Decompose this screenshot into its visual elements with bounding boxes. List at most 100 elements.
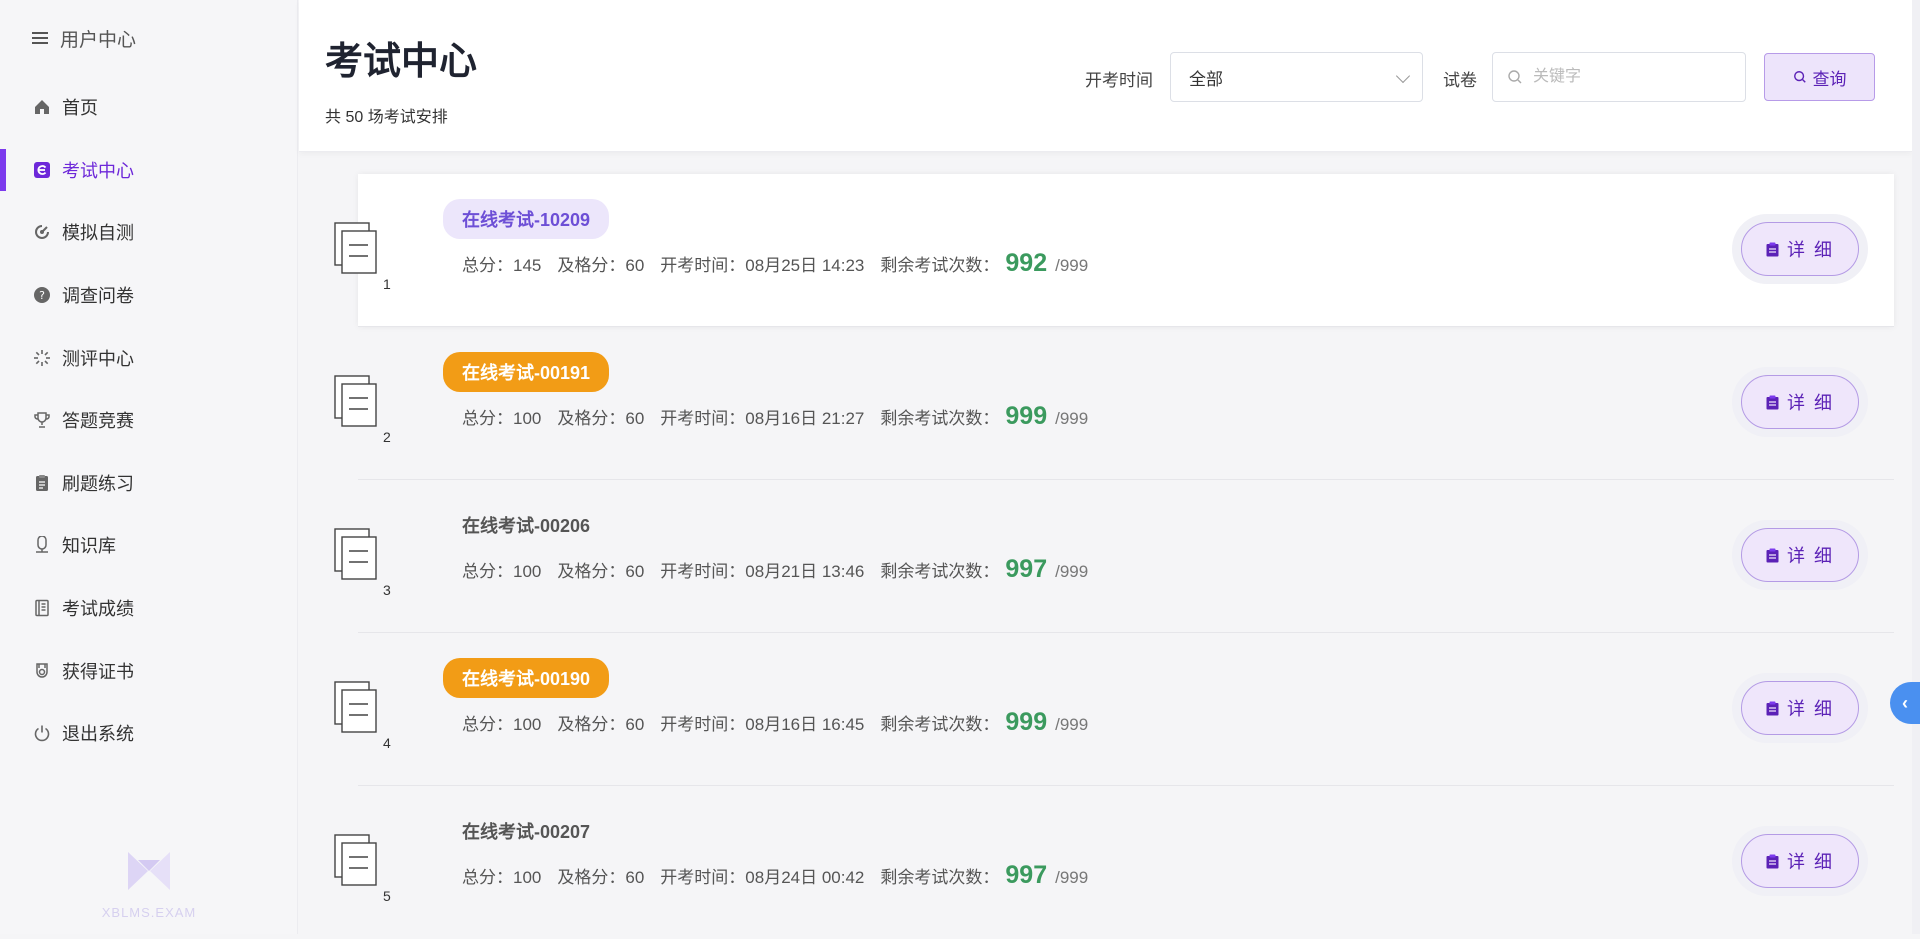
remaining-count: 992: [1005, 249, 1048, 277]
keyword-input[interactable]: [1531, 67, 1731, 87]
chevron-left-icon: ‹: [1902, 692, 1908, 713]
start-time: 开考时间：08月21日 13:46: [660, 562, 865, 581]
remaining-total: /999: [1055, 409, 1089, 428]
row-index: 3: [383, 582, 391, 598]
sidebar-item-logout[interactable]: 退出系统: [0, 702, 297, 765]
self-test-icon: [32, 222, 52, 242]
sidebar-item-label: 模拟自测: [62, 223, 134, 244]
detail-button-label: 详 细: [1786, 699, 1834, 719]
detail-button-wrap: 详 细: [1732, 826, 1868, 896]
page-title: 考试中心: [325, 41, 478, 83]
sidebar-item-label: 首页: [62, 98, 98, 119]
keyword-search-box[interactable]: [1492, 52, 1746, 102]
page-header: 考试中心 共 50 场考试安排 开考时间 全部 试卷 查询: [299, 0, 1912, 152]
clipboard-icon: [1766, 395, 1779, 409]
exam-meta: 总分：100 及格分：60 开考时间：08月21日 13:46 剩余考试次数： …: [462, 555, 1088, 584]
exam-meta: 总分：100 及格分：60 开考时间：08月24日 00:42 剩余考试次数： …: [462, 861, 1088, 890]
detail-button[interactable]: 详 细: [1741, 681, 1859, 735]
pass-score: 及格分：60: [557, 256, 645, 275]
document-icon: [334, 528, 377, 580]
total-score: 总分：100: [462, 562, 542, 581]
brand-logo: XBLMS.EXAM: [0, 848, 298, 920]
remaining-label: 剩余考试次数：: [880, 562, 1000, 581]
sidebar-item-evaluation[interactable]: 测评中心: [0, 326, 297, 389]
exam-icon: [32, 160, 52, 180]
query-button-label: 查询: [1812, 69, 1847, 89]
detail-button[interactable]: 详 细: [1741, 222, 1859, 276]
sidebar-item-survey[interactable]: ? 调查问卷: [0, 264, 297, 327]
exam-title[interactable]: 在线考试-00206: [462, 512, 590, 538]
sidebar-item-label: 获得证书: [62, 661, 134, 682]
sidebar-item-label: 测评中心: [62, 348, 134, 369]
document-icon: [334, 375, 377, 427]
exam-title[interactable]: 在线考试-10209: [443, 199, 610, 239]
detail-button-label: 详 细: [1786, 546, 1834, 566]
start-time-select[interactable]: 全部: [1170, 52, 1423, 102]
remaining-count: 997: [1005, 555, 1048, 583]
sidebar-item-label: 退出系统: [62, 724, 134, 745]
search-icon: [1508, 70, 1522, 84]
row-index: 5: [383, 888, 391, 904]
exam-title[interactable]: 在线考试-00191: [443, 352, 610, 392]
detail-button-wrap: 详 细: [1732, 673, 1868, 743]
search-icon: [1793, 71, 1806, 83]
sidebar-item-practice[interactable]: 刷题练习: [0, 452, 297, 515]
detail-button[interactable]: 详 细: [1741, 375, 1859, 429]
remaining-total: /999: [1055, 715, 1089, 734]
sidebar-header[interactable]: 用户中心: [0, 0, 297, 76]
certificate-icon: [32, 661, 52, 681]
document-icon: [334, 222, 377, 274]
sidebar-header-label: 用户中心: [60, 29, 137, 51]
detail-button-wrap: 详 细: [1732, 367, 1868, 437]
detail-button-wrap: 详 细: [1732, 520, 1868, 590]
start-time: 开考时间：08月16日 16:45: [660, 715, 865, 734]
query-button[interactable]: 查询: [1764, 53, 1875, 101]
sidebar-item-certificate[interactable]: 获得证书: [0, 639, 297, 702]
exam-title[interactable]: 在线考试-00207: [462, 818, 590, 844]
sidebar-item-label: 调查问卷: [62, 286, 134, 307]
clipboard-icon: [1766, 854, 1779, 868]
remaining-total: /999: [1055, 868, 1089, 887]
sidebar-item-knowledge[interactable]: 知识库: [0, 514, 297, 577]
sidebar-item-scores[interactable]: 考试成绩: [0, 577, 297, 640]
logo-text: XBLMS.EXAM: [101, 905, 197, 920]
exam-title[interactable]: 在线考试-00190: [443, 658, 610, 698]
clipboard-icon: [1766, 701, 1779, 715]
detail-button-label: 详 细: [1786, 240, 1834, 260]
exam-row[interactable]: 1 在线考试-10209 总分：145 及格分：60 开考时间：08月25日 1…: [334, 174, 1894, 327]
exam-row[interactable]: 3 在线考试-00206 总分：100 及格分：60 开考时间：08月21日 1…: [334, 480, 1894, 633]
sidebar-item-self-test[interactable]: 模拟自测: [0, 201, 297, 264]
practice-icon: [32, 473, 52, 493]
chevron-down-icon: [1395, 68, 1411, 84]
sidebar-item-label: 答题竞赛: [62, 411, 134, 432]
remaining-label: 剩余考试次数：: [880, 409, 1000, 428]
exam-row[interactable]: 4 在线考试-00190 总分：100 及格分：60 开考时间：08月16日 1…: [334, 633, 1894, 786]
detail-button[interactable]: 详 细: [1741, 528, 1859, 582]
remaining-label: 剩余考试次数：: [880, 256, 1000, 275]
remaining-count: 997: [1005, 861, 1048, 889]
trophy-icon: [32, 410, 52, 430]
sidebar-item-label: 刷题练习: [62, 473, 134, 494]
exam-row[interactable]: 2 在线考试-00191 总分：100 及格分：60 开考时间：08月16日 2…: [334, 327, 1894, 480]
sidebar-item-competition[interactable]: 答题竞赛: [0, 389, 297, 452]
clipboard-icon: [1766, 548, 1779, 562]
power-icon: [32, 723, 52, 743]
sidebar-item-label: 考试中心: [62, 160, 134, 181]
knowledge-icon: [32, 535, 52, 555]
document-icon: [334, 834, 377, 886]
remaining-total: /999: [1055, 256, 1089, 275]
exam-row[interactable]: 5 在线考试-00207 总分：100 及格分：60 开考时间：08月24日 0…: [334, 786, 1894, 939]
evaluation-icon: [32, 348, 52, 368]
sidebar-item-exam-center[interactable]: 考试中心: [0, 139, 297, 202]
detail-button[interactable]: 详 细: [1741, 834, 1859, 888]
detail-button-label: 详 细: [1786, 393, 1834, 413]
survey-icon: ?: [32, 285, 52, 305]
start-time-label: 开考时间: [1085, 71, 1153, 90]
total-score: 总分：100: [462, 409, 542, 428]
remaining-label: 剩余考试次数：: [880, 868, 1000, 887]
row-index: 2: [383, 429, 391, 445]
exam-list: 1 在线考试-10209 总分：145 及格分：60 开考时间：08月25日 1…: [299, 152, 1912, 934]
sidebar-item-home[interactable]: 首页: [0, 76, 297, 139]
remaining-label: 剩余考试次数：: [880, 715, 1000, 734]
scrollbar[interactable]: [1912, 0, 1920, 934]
